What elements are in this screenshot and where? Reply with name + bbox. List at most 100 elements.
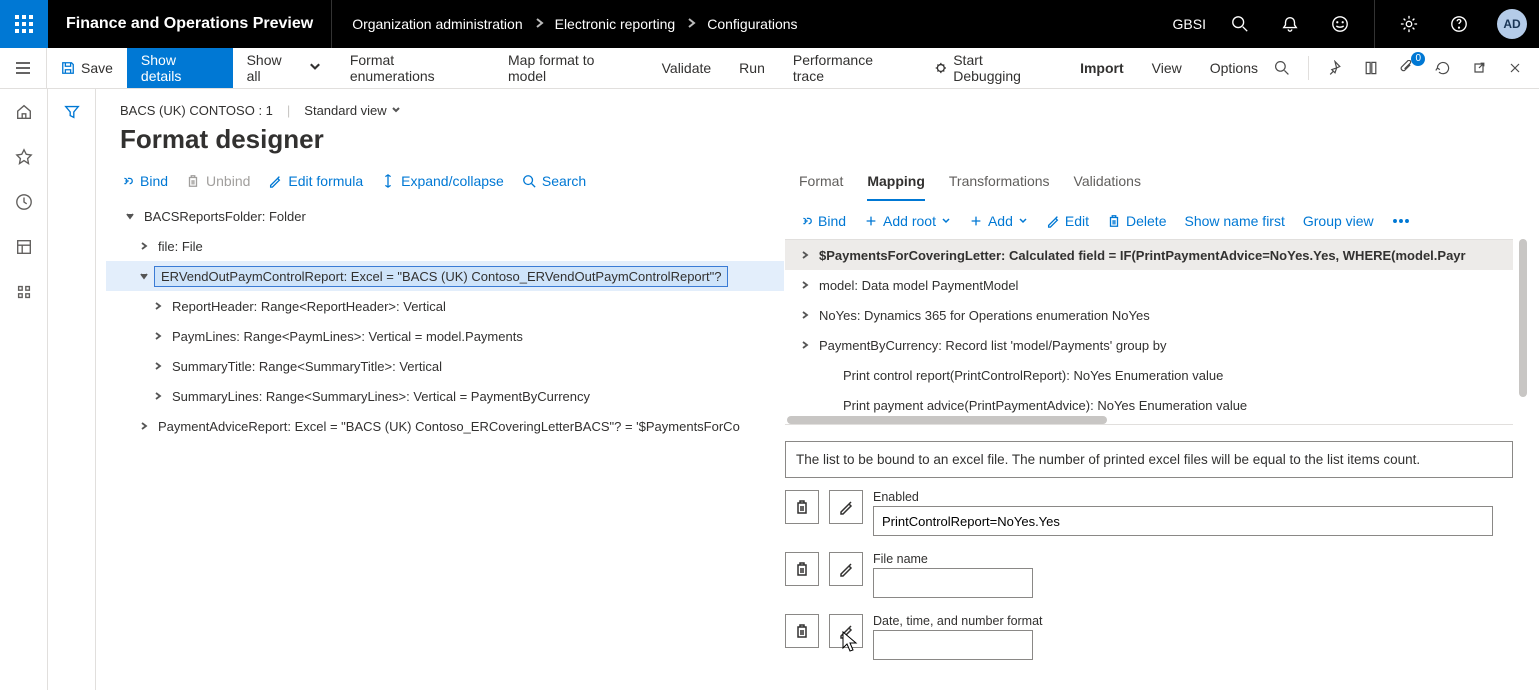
datasource-row[interactable]: NoYes: Dynamics 365 for Operations enume… [785,300,1513,330]
show-name-first-button[interactable]: Show name first [1184,213,1284,229]
run-button[interactable]: Run [725,48,779,88]
datasource-label: PaymentByCurrency: Record list 'model/Pa… [815,338,1166,353]
options-button[interactable]: Options [1196,48,1272,88]
avatar[interactable]: AD [1497,9,1527,39]
tab-validations[interactable]: Validations [1074,173,1141,201]
pin-icon[interactable] [1325,58,1345,78]
tree-row[interactable]: SummaryLines: Range<SummaryLines>: Verti… [106,381,784,411]
datasource-row[interactable]: PaymentByCurrency: Record list 'model/Pa… [785,330,1513,360]
edit-formula-button[interactable] [829,614,863,648]
tree-row[interactable]: file: File [106,231,784,261]
book-icon[interactable] [1361,58,1381,78]
show-details-button[interactable]: Show details [127,48,233,88]
chevron-right-icon[interactable] [795,310,815,320]
chevron-down-icon[interactable] [134,271,154,281]
bind-button[interactable]: Bind [799,213,846,229]
home-icon[interactable] [15,103,33,124]
help-icon[interactable] [1443,8,1475,40]
enabled-label: Enabled [873,490,1493,504]
chevron-right-icon[interactable] [134,421,154,431]
menu-toggle-button[interactable] [0,48,47,88]
show-all-button[interactable]: Show all [233,48,336,88]
chevron-right-icon[interactable] [148,361,168,371]
bell-icon[interactable] [1274,8,1306,40]
chevron-down-icon[interactable] [120,211,140,221]
datasource-row[interactable]: Print control report(PrintControlReport)… [785,360,1513,390]
search-icon[interactable] [1272,58,1292,78]
tree-row[interactable]: BACSReportsFolder: Folder [106,201,784,231]
gear-icon[interactable] [1393,8,1425,40]
bind-button[interactable]: Bind [120,173,168,189]
enabled-input[interactable] [873,506,1493,536]
horizontal-scrollbar[interactable] [787,416,1107,424]
breadcrumb-item[interactable]: Configurations [707,16,797,32]
format-enumerations-button[interactable]: Format enumerations [336,48,494,88]
tab-mapping[interactable]: Mapping [867,173,925,201]
save-button[interactable]: Save [47,48,127,88]
format-tree-commands: Bind Unbind Edit formula Expand/collapse… [106,165,784,201]
search-button[interactable]: Search [522,173,586,189]
vertical-scrollbar[interactable] [1519,239,1527,397]
tree-label: PaymentAdviceReport: Excel = "BACS (UK) … [154,419,740,434]
view-button[interactable]: View [1138,48,1196,88]
edit-formula-button[interactable]: Edit formula [268,173,363,189]
expand-collapse-button[interactable]: Expand/collapse [381,173,504,189]
delete-formula-button[interactable] [785,614,819,648]
chevron-right-icon[interactable] [795,250,815,260]
app-launcher-button[interactable] [0,0,48,48]
workspace-icon[interactable] [15,238,33,259]
search-icon[interactable] [1224,8,1256,40]
chevron-right-icon[interactable] [148,331,168,341]
tree-row[interactable]: PaymentAdviceReport: Excel = "BACS (UK) … [106,411,784,441]
tab-transformations[interactable]: Transformations [949,173,1050,201]
clock-icon[interactable] [15,193,33,214]
tree-row[interactable]: ReportHeader: Range<ReportHeader>: Verti… [106,291,784,321]
smiley-icon[interactable] [1324,8,1356,40]
edit-button[interactable]: Edit [1046,213,1089,229]
popout-icon[interactable] [1469,58,1489,78]
chevron-right-icon[interactable] [148,301,168,311]
add-button[interactable]: Add [969,213,1028,229]
date-format-input[interactable] [873,630,1033,660]
edit-formula-button[interactable] [829,490,863,524]
format-tree[interactable]: BACSReportsFolder: Folderfile: FileERVen… [106,201,784,690]
validate-button[interactable]: Validate [648,48,726,88]
breadcrumb-item[interactable]: Electronic reporting [555,16,676,32]
group-view-button[interactable]: Group view [1303,213,1374,229]
delete-button[interactable]: Delete [1107,213,1166,229]
attachments-button[interactable]: 0 [1397,58,1417,78]
mapping-commands: Bind Add root Add Edit Delete Show name … [785,201,1535,239]
datasource-row[interactable]: $PaymentsForCoveringLetter: Calculated f… [785,240,1513,270]
refresh-icon[interactable] [1433,58,1453,78]
view-selector[interactable]: Standard view [304,103,386,118]
more-commands-button[interactable] [1392,214,1410,228]
tree-row[interactable]: PaymLines: Range<PaymLines>: Vertical = … [106,321,784,351]
delete-formula-button[interactable] [785,490,819,524]
tree-row[interactable]: SummaryTitle: Range<SummaryTitle>: Verti… [106,351,784,381]
tab-format[interactable]: Format [799,173,843,201]
filter-pane-toggle[interactable] [48,89,96,690]
performance-trace-button[interactable]: Performance trace [779,48,920,88]
main-content: BACS (UK) CONTOSO : 1 | Standard view Fo… [96,89,1539,690]
add-root-button[interactable]: Add root [864,213,951,229]
chevron-right-icon[interactable] [795,280,815,290]
breadcrumb-item[interactable]: Organization administration [352,16,522,32]
delete-formula-button[interactable] [785,552,819,586]
chevron-right-icon[interactable] [795,340,815,350]
tree-row[interactable]: ERVendOutPaymControlReport: Excel = "BAC… [106,261,784,291]
chevron-right-icon[interactable] [134,241,154,251]
filename-input[interactable] [873,568,1033,598]
star-icon[interactable] [15,148,33,169]
chevron-right-icon[interactable] [148,391,168,401]
breadcrumb: Organization administration Electronic r… [332,16,817,32]
map-format-to-model-button[interactable]: Map format to model [494,48,648,88]
start-debugging-button[interactable]: Start Debugging [920,48,1067,88]
close-icon[interactable] [1505,58,1525,78]
datasource-row[interactable]: model: Data model PaymentModel [785,270,1513,300]
modules-icon[interactable] [15,283,33,304]
edit-formula-button[interactable] [829,552,863,586]
filename-row: File name [785,552,1513,598]
datasource-tree-container: $PaymentsForCoveringLetter: Calculated f… [785,239,1535,425]
datasource-tree[interactable]: $PaymentsForCoveringLetter: Calculated f… [785,239,1513,425]
import-button[interactable]: Import [1066,48,1138,88]
